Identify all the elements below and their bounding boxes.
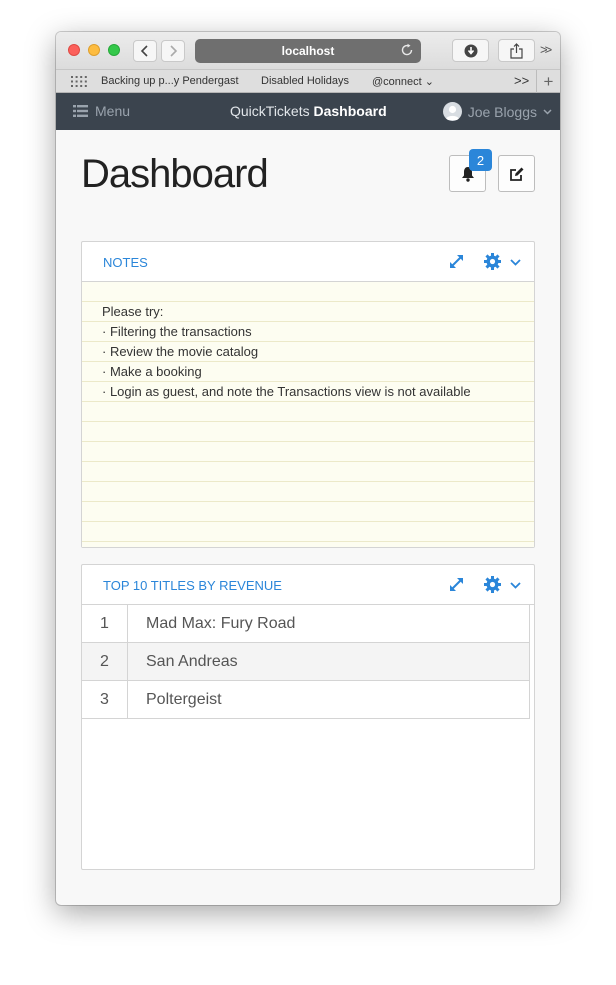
top-titles-table: 1 Mad Max: Fury Road 2 San Andreas 3 Pol… bbox=[82, 605, 530, 719]
user-name: Joe Bloggs bbox=[467, 103, 537, 120]
title-cell: Poltergeist bbox=[146, 690, 222, 708]
expand-icon[interactable] bbox=[448, 576, 465, 593]
notes-widget-title: NOTES bbox=[103, 255, 148, 270]
top-titles-widget-header: TOP 10 TITLES BY REVENUE bbox=[82, 565, 534, 605]
brand-name: QuickTickets bbox=[230, 103, 310, 119]
note-line: Please try: bbox=[102, 304, 164, 319]
reload-icon[interactable] bbox=[400, 43, 414, 57]
app-navbar: Menu QuickTickets Dashboard Joe Bloggs bbox=[56, 93, 560, 130]
toolbar-overflow-icon[interactable]: >> bbox=[540, 42, 552, 57]
page-title: Dashboard bbox=[81, 152, 269, 196]
bookmark-folder[interactable]: @connect ⌄ bbox=[372, 75, 434, 88]
url-text: localhost bbox=[281, 44, 335, 58]
edit-dashboard-button[interactable] bbox=[498, 155, 535, 192]
downloads-button[interactable] bbox=[452, 39, 489, 62]
expand-icon[interactable] bbox=[448, 253, 465, 270]
rank-cell: 3 bbox=[82, 681, 128, 718]
edit-icon bbox=[509, 167, 523, 181]
top-titles-widget: TOP 10 TITLES BY REVENUE 1 Mad Max: Fury… bbox=[81, 564, 535, 870]
address-bar[interactable]: localhost bbox=[195, 39, 421, 63]
forward-button[interactable] bbox=[161, 40, 185, 62]
notes-widget: NOTES Please try: · Filtering the transa… bbox=[81, 241, 535, 548]
chevron-down-icon bbox=[543, 108, 552, 115]
menu-toggle[interactable]: Menu bbox=[73, 103, 130, 119]
avatar bbox=[442, 102, 462, 121]
close-window-button[interactable] bbox=[68, 44, 80, 56]
browser-window: localhost >> Backing up p...y Pendergast… bbox=[56, 32, 560, 905]
rank-cell: 1 bbox=[82, 605, 128, 642]
table-row[interactable]: 1 Mad Max: Fury Road bbox=[82, 605, 529, 643]
new-tab-button[interactable]: + bbox=[536, 70, 560, 93]
bookmarks-bar: Backing up p...y Pendergast Disabled Hol… bbox=[56, 69, 560, 93]
top-sites-grid-icon[interactable] bbox=[71, 76, 87, 87]
bookmark-item[interactable]: Backing up p...y Pendergast bbox=[101, 75, 239, 87]
list-menu-icon bbox=[73, 105, 88, 117]
browser-titlebar: localhost >> bbox=[56, 32, 560, 69]
note-line: · Login as guest, and note the Transacti… bbox=[102, 384, 471, 399]
rank-cell: 2 bbox=[82, 643, 128, 680]
bookmark-item[interactable]: Disabled Holidays bbox=[261, 75, 349, 87]
app-brand[interactable]: QuickTickets Dashboard bbox=[230, 103, 387, 119]
chevron-left-icon bbox=[140, 45, 148, 57]
table-row[interactable]: 2 San Andreas bbox=[82, 643, 529, 681]
menu-label: Menu bbox=[95, 103, 131, 119]
minimize-window-button[interactable] bbox=[88, 44, 100, 56]
gear-icon[interactable] bbox=[484, 576, 501, 593]
chevron-down-icon[interactable] bbox=[510, 582, 521, 589]
title-cell: San Andreas bbox=[146, 652, 238, 670]
share-icon bbox=[510, 42, 523, 59]
note-line: · Filtering the transactions bbox=[102, 324, 252, 339]
gear-icon[interactable] bbox=[484, 253, 501, 270]
share-button[interactable] bbox=[498, 39, 535, 62]
table-row[interactable]: 3 Poltergeist bbox=[82, 681, 529, 719]
back-button[interactable] bbox=[133, 40, 157, 62]
notes-widget-header: NOTES bbox=[82, 242, 534, 282]
brand-section: Dashboard bbox=[313, 103, 387, 119]
chevron-down-icon[interactable] bbox=[510, 259, 521, 266]
title-cell: Mad Max: Fury Road bbox=[146, 614, 296, 632]
plus-icon: + bbox=[543, 71, 554, 91]
notes-content[interactable]: Please try: · Filtering the transactions… bbox=[82, 282, 534, 547]
zoom-window-button[interactable] bbox=[108, 44, 120, 56]
note-line: · Review the movie catalog bbox=[102, 344, 259, 359]
download-icon bbox=[464, 44, 477, 57]
chevron-right-icon bbox=[170, 45, 178, 57]
bookmarks-overflow-button[interactable]: >> bbox=[514, 73, 529, 88]
top-titles-widget-title: TOP 10 TITLES BY REVENUE bbox=[103, 578, 282, 593]
notification-count-badge: 2 bbox=[469, 149, 492, 171]
note-line: · Make a booking bbox=[102, 364, 202, 379]
user-menu[interactable]: Joe Bloggs bbox=[442, 102, 552, 121]
